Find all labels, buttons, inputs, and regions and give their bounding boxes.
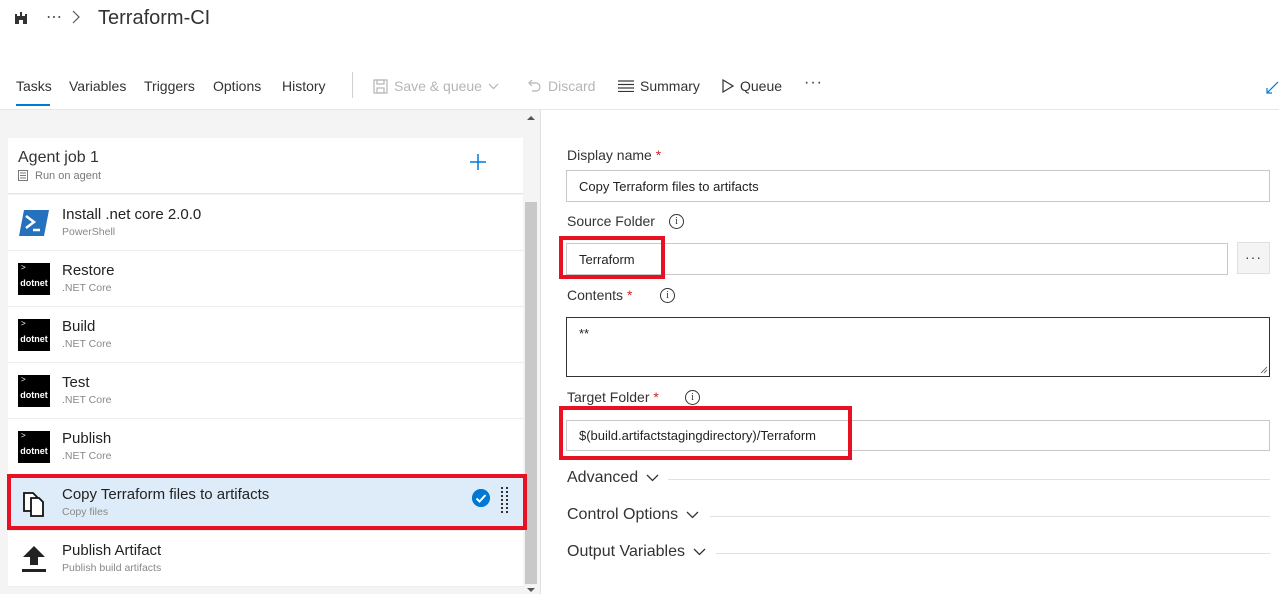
scroll-down-arrow[interactable] (527, 586, 535, 594)
play-icon (722, 79, 734, 93)
chevron-down-icon (693, 548, 706, 556)
task-item-restore[interactable]: dotnet Restore .NET Core (8, 251, 523, 307)
tab-history[interactable]: History (282, 78, 326, 94)
output-variables-section-toggle[interactable]: Output Variables (567, 543, 706, 561)
advanced-label: Advanced (567, 469, 639, 486)
target-folder-label: Target Folder * (567, 389, 659, 405)
task-type: .NET Core (62, 394, 112, 406)
task-item-publish[interactable]: dotnet Publish .NET Core (8, 419, 523, 475)
section-divider (710, 516, 1270, 517)
chevron-down-icon (646, 474, 659, 482)
task-name: Publish Artifact (62, 542, 162, 559)
list-icon (618, 80, 634, 92)
task-name: Restore (62, 262, 115, 279)
section-divider (716, 553, 1270, 554)
task-type: .NET Core (62, 450, 112, 462)
breadcrumb-more-button[interactable]: ⋯ (46, 7, 63, 27)
summary-button[interactable]: Summary (618, 78, 700, 94)
expand-icon[interactable] (1266, 78, 1279, 94)
scroll-up-arrow[interactable] (527, 114, 535, 122)
queue-label: Queue (740, 78, 783, 94)
upload-icon (22, 546, 46, 572)
queue-button[interactable]: Queue (722, 78, 782, 94)
highlight-box-selected-task (7, 474, 527, 530)
task-type: .NET Core (62, 282, 112, 294)
display-name-label: Display name * (567, 147, 661, 163)
source-folder-field[interactable]: Terraform (566, 243, 1228, 275)
discard-label: Discard (548, 78, 596, 94)
source-folder-label: Source Folder (567, 213, 655, 229)
toolbar: Tasks Variables Triggers Options History… (0, 62, 1279, 110)
agent-job-card[interactable]: Agent job 1 Run on agent (8, 138, 523, 194)
contents-label-text: Contents (567, 287, 624, 303)
summary-label: Summary (640, 78, 700, 94)
control-options-section-toggle[interactable]: Control Options (567, 506, 699, 524)
chevron-right-icon (72, 10, 80, 24)
dotnet-icon: dotnet (18, 375, 50, 407)
display-name-field[interactable]: Copy Terraform files to artifacts (566, 170, 1270, 202)
active-tab-indicator (16, 104, 50, 106)
undo-icon (528, 79, 541, 92)
task-type: PowerShell (62, 226, 116, 238)
contents-value: ** (579, 326, 590, 341)
add-task-icon[interactable] (468, 152, 488, 172)
required-mark: * (655, 147, 662, 163)
task-name: Install .net core 2.0.0 (62, 206, 202, 223)
dotnet-icon: dotnet (18, 319, 50, 351)
section-divider (668, 479, 1270, 480)
output-variables-label: Output Variables (567, 543, 685, 560)
highlight-box-target-folder (559, 406, 852, 460)
required-mark: * (653, 389, 659, 405)
info-icon[interactable]: i (669, 214, 684, 229)
task-type: .NET Core (62, 338, 112, 350)
contents-textarea[interactable]: ** (566, 317, 1270, 377)
resize-handle-icon[interactable] (1260, 366, 1268, 374)
info-icon[interactable]: i (660, 288, 675, 303)
chevron-down-icon (686, 511, 699, 519)
toolbar-more-button[interactable]: ··· (804, 74, 823, 92)
castle-icon[interactable] (14, 11, 28, 25)
task-name: Build (62, 318, 96, 335)
contents-label: Contents * (567, 287, 632, 303)
info-icon[interactable]: i (685, 390, 700, 405)
task-item-build[interactable]: dotnet Build .NET Core (8, 307, 523, 363)
toolbar-divider (352, 72, 353, 98)
powershell-icon (19, 210, 49, 236)
task-type: Publish build artifacts (62, 562, 162, 574)
display-name-value: Copy Terraform files to artifacts (579, 178, 759, 194)
tab-options[interactable]: Options (213, 78, 261, 94)
save-queue-label: Save & queue (394, 78, 482, 94)
page-header: ⋯ Terraform-CI (0, 0, 1279, 40)
discard-button[interactable]: Discard (527, 78, 595, 94)
chevron-down-icon (488, 83, 499, 89)
task-name: Test (62, 374, 90, 391)
page-title: Terraform-CI (98, 7, 211, 29)
target-folder-label-text: Target Folder (567, 389, 650, 405)
dotnet-icon: dotnet (18, 431, 50, 463)
tab-triggers[interactable]: Triggers (144, 78, 195, 94)
task-item-test[interactable]: dotnet Test .NET Core (8, 363, 523, 419)
tab-tasks[interactable]: Tasks (16, 78, 52, 94)
agent-job-title: Agent job 1 (18, 149, 99, 166)
display-name-label-text: Display name (567, 147, 652, 163)
task-item-install-dotnet[interactable]: Install .net core 2.0.0 PowerShell (8, 195, 523, 251)
dotnet-icon: dotnet (18, 263, 50, 295)
advanced-section-toggle[interactable]: Advanced (567, 469, 659, 487)
save-icon (373, 78, 388, 94)
highlight-box-source-folder (559, 236, 665, 279)
server-icon (18, 170, 28, 181)
task-item-publish-artifact[interactable]: Publish Artifact Publish build artifacts (8, 531, 523, 587)
tab-variables[interactable]: Variables (69, 78, 126, 94)
control-options-label: Control Options (567, 506, 679, 523)
task-name: Publish (62, 430, 112, 447)
panel-divider (540, 110, 541, 594)
browse-button[interactable]: ··· (1237, 242, 1270, 274)
save-queue-button[interactable]: Save & queue (373, 78, 499, 94)
agent-job-subtitle: Run on agent (35, 170, 102, 182)
required-mark: * (626, 287, 633, 303)
